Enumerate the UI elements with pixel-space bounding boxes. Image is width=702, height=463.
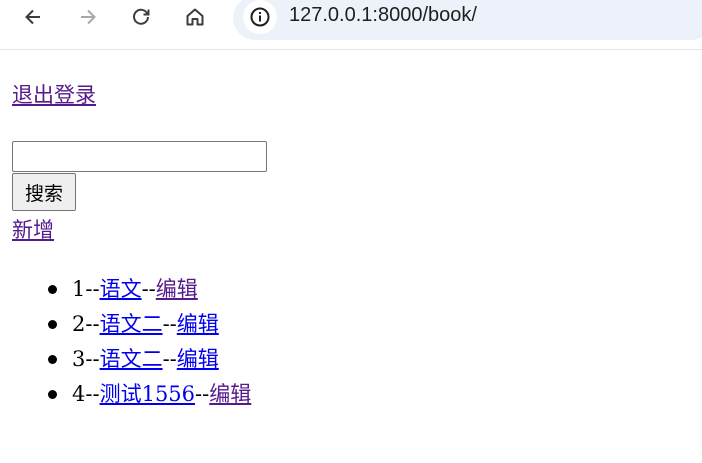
list-item: 4--测试1556--编辑 bbox=[12, 380, 251, 415]
separator: -- bbox=[162, 312, 177, 336]
book-title-link[interactable]: 语文 bbox=[100, 277, 142, 301]
edit-link[interactable]: 编辑 bbox=[177, 347, 219, 371]
book-id: 2 bbox=[72, 312, 86, 336]
forward-button[interactable] bbox=[73, 2, 103, 32]
separator: -- bbox=[195, 382, 210, 406]
home-button[interactable] bbox=[180, 2, 210, 32]
search-button[interactable]: 搜索 bbox=[12, 173, 76, 211]
site-info-button[interactable] bbox=[243, 0, 277, 34]
book-id: 1 bbox=[72, 277, 86, 301]
separator: -- bbox=[85, 312, 100, 336]
book-list: 1--语文--编辑 2--语文二--编辑 3--语文二--编辑 4--测试155… bbox=[12, 275, 251, 415]
list-item: 3--语文二--编辑 bbox=[12, 345, 251, 380]
reload-icon bbox=[133, 8, 150, 25]
arrow-left-icon bbox=[25, 9, 40, 25]
separator: -- bbox=[85, 277, 100, 301]
list-item: 2--语文二--编辑 bbox=[12, 310, 251, 345]
book-title-link[interactable]: 测试1556 bbox=[100, 382, 195, 406]
home-icon bbox=[186, 8, 204, 26]
info-icon bbox=[250, 7, 270, 27]
list-item: 1--语文--编辑 bbox=[12, 275, 251, 310]
add-book-link[interactable]: 新增 bbox=[12, 216, 54, 244]
reload-button[interactable] bbox=[126, 2, 156, 32]
arrow-right-icon bbox=[81, 9, 96, 25]
url-text[interactable]: 127.0.0.1:8000/book/ bbox=[289, 4, 477, 27]
separator: -- bbox=[85, 382, 100, 406]
logout-link[interactable]: 退出登录 bbox=[12, 81, 96, 109]
separator: -- bbox=[85, 347, 100, 371]
browser-toolbar: 127.0.0.1:8000/book/ bbox=[0, 0, 702, 50]
separator: -- bbox=[141, 277, 156, 301]
edit-link[interactable]: 编辑 bbox=[156, 277, 198, 301]
back-button[interactable] bbox=[18, 2, 48, 32]
search-input[interactable] bbox=[12, 141, 267, 172]
book-title-link[interactable]: 语文二 bbox=[100, 347, 163, 371]
address-bar[interactable]: 127.0.0.1:8000/book/ bbox=[233, 0, 702, 40]
edit-link[interactable]: 编辑 bbox=[177, 312, 219, 336]
book-id: 4 bbox=[72, 382, 86, 406]
book-id: 3 bbox=[72, 347, 86, 371]
separator: -- bbox=[162, 347, 177, 371]
book-title-link[interactable]: 语文二 bbox=[100, 312, 163, 336]
edit-link[interactable]: 编辑 bbox=[209, 382, 251, 406]
